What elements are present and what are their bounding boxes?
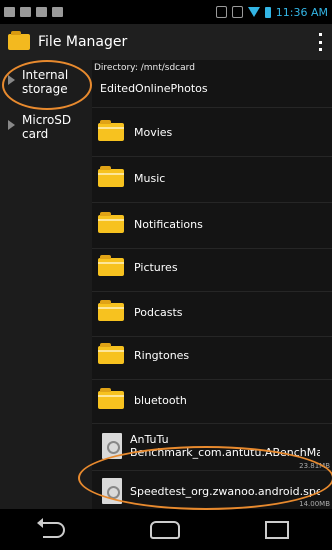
game-icon <box>52 7 63 17</box>
list-item[interactable]: bluetooth <box>92 385 332 415</box>
list-item[interactable]: Pictures <box>92 252 332 282</box>
sidebar-item-microsd-card[interactable]: MicroSD card <box>0 113 92 141</box>
sync-icon <box>231 6 243 18</box>
folder-app-icon[interactable] <box>8 31 30 50</box>
file-size: 14.00MB <box>299 500 330 508</box>
folder-icon <box>98 300 124 321</box>
screenshot-icon <box>4 7 15 17</box>
folder-name: Ringtones <box>134 348 190 362</box>
file-name: AnTuTu Benchmark_com.antutu.ABenchMark_5… <box>130 433 320 459</box>
home-icon[interactable] <box>149 520 180 539</box>
folder-name: Pictures <box>134 260 178 274</box>
folder-name: Music <box>134 171 166 185</box>
notification-icons <box>0 7 63 17</box>
directory-path: Directory: /mnt/sdcard <box>94 63 195 73</box>
list-item[interactable]: Music <box>92 163 332 193</box>
folder-icon <box>98 212 124 233</box>
apk-file-icon <box>102 478 122 504</box>
system-icons: 11:36 AM <box>215 5 332 19</box>
recent-apps-icon[interactable] <box>265 520 290 539</box>
notification-icon <box>36 7 47 17</box>
folder-icon <box>98 166 124 187</box>
sidebar-item-label: Internal storage <box>22 68 69 96</box>
keyboard-icon <box>20 7 31 17</box>
wifi-icon <box>247 7 260 17</box>
app-title: File Manager <box>38 34 128 50</box>
file-size: 23.81MB <box>299 462 330 470</box>
folder-icon <box>98 343 124 364</box>
apk-file-icon <box>102 433 122 459</box>
arrow-right-icon <box>8 120 15 130</box>
navigation-bar <box>0 509 332 550</box>
sidebar: Internal storage MicroSD card <box>0 60 92 509</box>
folder-name: Notifications <box>134 217 203 231</box>
list-item[interactable]: Movies <box>92 117 332 147</box>
status-bar: 11:36 AM <box>0 0 332 24</box>
action-bar: File Manager <box>0 24 332 61</box>
file-name: Speedtest_org.zwanoo.android.speedtest_.… <box>130 484 320 498</box>
list-item[interactable]: Notifications <box>92 209 332 239</box>
back-icon[interactable] <box>36 517 65 538</box>
folder-name: bluetooth <box>134 393 187 407</box>
folder-name: EditedOnlinePhotos <box>100 81 208 95</box>
list-item[interactable]: EditedOnlinePhotos <box>92 79 332 97</box>
list-item[interactable]: Speedtest_org.zwanoo.android.speedtest_.… <box>92 476 332 506</box>
sidebar-item-internal-storage[interactable]: Internal storage <box>0 68 92 96</box>
folder-name: Movies <box>134 125 173 139</box>
list-item[interactable]: Podcasts <box>92 297 332 327</box>
sd-card-icon <box>215 6 227 18</box>
clock: 11:36 AM <box>275 5 328 19</box>
overflow-menu-icon[interactable] <box>319 33 323 51</box>
battery-icon <box>264 6 271 18</box>
list-item[interactable]: AnTuTu Benchmark_com.antutu.ABenchMark_5… <box>92 428 332 464</box>
arrow-right-icon <box>8 75 15 85</box>
sidebar-item-label: MicroSD card <box>22 113 72 141</box>
folder-icon <box>98 120 124 141</box>
folder-name: Podcasts <box>134 305 183 319</box>
folder-icon <box>98 388 124 409</box>
folder-icon <box>98 255 124 276</box>
file-list[interactable]: Directory: /mnt/sdcard EditedOnlinePhoto… <box>92 60 332 509</box>
list-item[interactable]: Ringtones <box>92 340 332 370</box>
